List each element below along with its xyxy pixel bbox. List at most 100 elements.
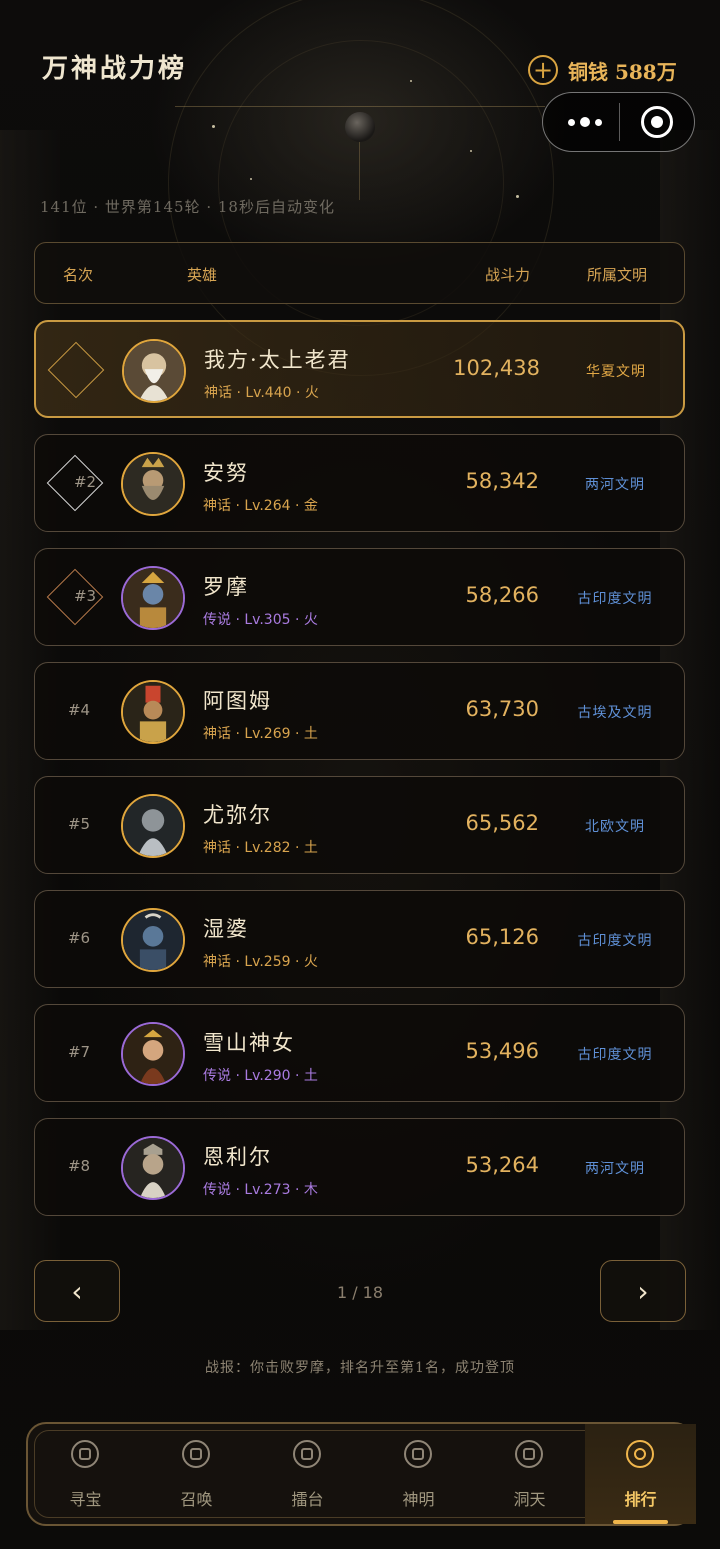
coin-label: 铜钱 [568,59,608,84]
tab-ranking[interactable]: 排行 [585,1424,696,1524]
hero-civilization: 古埃及文明 [577,705,653,721]
hero-power: 63,730 [465,697,539,721]
hero-avatar [121,794,185,858]
hero-power: 65,562 [465,811,539,835]
next-page-button[interactable]: › [600,1260,686,1322]
rank-1-badge-icon [47,341,105,399]
star-decoration [250,178,252,180]
tab-label: 擂台 [291,1490,324,1509]
column-power: 战斗力 [485,266,531,284]
hero-power: 102,438 [453,356,540,380]
table-row[interactable]: #5 尤弥尔 神话 · Lv.282 · 土 65,562 北欧文明 [34,776,685,874]
page-title: 万神战力榜 [42,54,188,84]
hero-name: 我方·太上老君 [204,348,351,372]
hero-power: 58,342 [465,469,539,493]
hero-details: 神话 · Lv.259 · 火 [203,954,318,970]
hero-avatar [121,1022,185,1086]
hero-details: 传说 · Lv.305 · 火 [203,612,318,628]
rank-number: #8 [67,1157,91,1175]
tab-label: 召唤 [180,1490,213,1509]
hero-civilization: 华夏文明 [586,364,646,380]
star-decoration [212,125,215,128]
hero-power: 53,496 [465,1039,539,1063]
horizon-line [175,106,545,107]
tab-treasure[interactable]: 寻宝 [30,1424,141,1524]
hero-name: 雪山神女 [203,1031,295,1055]
hero-power: 65,126 [465,925,539,949]
star-decoration [470,150,472,152]
battle-report: 战报：你击败罗摩，排名升至第1名，成功登顶 [205,1360,515,1376]
tab-deity[interactable]: 神明 [363,1424,474,1524]
active-tab-indicator [613,1520,668,1524]
hero-avatar [121,452,185,516]
star-decoration [410,80,412,82]
table-header: 名次 英雄 战斗力 所属文明 [34,242,685,304]
hero-details: 神话 · Lv.264 · 金 [203,498,318,514]
tab-label: 神明 [402,1490,435,1509]
column-civilization: 所属文明 [587,266,648,284]
table-row[interactable]: 我方·太上老君 神话 · Lv.440 · 火 102,438 华夏文明 [34,320,685,418]
prev-page-button[interactable]: ‹ [34,1260,120,1322]
deity-icon [404,1440,432,1468]
close-target-icon[interactable] [641,106,673,138]
capsule-divider [619,103,620,141]
hero-civilization: 古印度文明 [577,1047,653,1063]
table-row[interactable]: #8 恩利尔 传说 · Lv.273 · 木 53,264 两河文明 [34,1118,685,1216]
hero-details: 神话 · Lv.282 · 土 [203,840,318,856]
hero-avatar [121,566,185,630]
table-row[interactable]: #7 雪山神女 传说 · Lv.290 · 土 53,496 古印度文明 [34,1004,685,1102]
summon-icon [182,1440,210,1468]
hero-details: 神话 · Lv.269 · 土 [203,726,318,742]
coin-balance[interactable]: + 铜钱 588万 [528,55,677,85]
arena-icon [293,1440,321,1468]
star-decoration [516,195,519,198]
hero-civilization: 两河文明 [585,1161,645,1177]
hero-name: 湿婆 [203,917,249,941]
coin-value: 588万 [614,59,677,84]
hero-name: 阿图姆 [203,689,272,713]
miniprogram-capsule [542,92,695,152]
hero-avatar [122,339,186,403]
hero-avatar [121,680,185,744]
treasure-icon [71,1440,99,1468]
hero-power: 58,266 [465,583,539,607]
table-row[interactable]: #2 安努 神话 · Lv.264 · 金 58,342 两河文明 [34,434,685,532]
hero-name: 尤弥尔 [203,803,272,827]
hero-avatar [121,908,185,972]
rank-number: #4 [67,701,91,719]
hero-civilization: 古印度文明 [577,933,653,949]
hero-details: 传说 · Lv.290 · 土 [203,1068,318,1084]
rank-number: #7 [67,1043,91,1061]
ranking-icon [626,1440,654,1468]
tab-label: 寻宝 [69,1490,102,1509]
table-row[interactable]: #6 湿婆 神话 · Lv.259 · 火 65,126 古印度文明 [34,890,685,988]
hero-power: 53,264 [465,1153,539,1177]
tab-home[interactable]: 洞天 [474,1424,585,1524]
hero-name: 恩利尔 [203,1145,272,1169]
hero-avatar [121,1136,185,1200]
hero-civilization: 古印度文明 [577,591,653,607]
page-indicator: 1 / 18 [336,1283,384,1302]
tab-label: 排行 [624,1490,657,1509]
rank-number: #6 [67,929,91,947]
column-rank: 名次 [63,266,94,284]
celestial-orb [345,112,375,142]
table-row[interactable]: #4 阿图姆 神话 · Lv.269 · 土 63,730 古埃及文明 [34,662,685,760]
center-line [359,140,360,200]
more-icon[interactable] [561,111,609,133]
tab-arena[interactable]: 擂台 [252,1424,363,1524]
bottom-tab-bar: 寻宝 召唤 擂台 神明 洞天 排行 [26,1422,696,1526]
ranking-status: 141位 · 世界第145轮 · 18秒后自动变化 [40,198,335,216]
tab-label: 洞天 [513,1490,546,1509]
add-coin-icon[interactable]: + [528,55,558,85]
rank-number: #5 [67,815,91,833]
column-hero: 英雄 [187,266,218,284]
table-row[interactable]: #3 罗摩 传说 · Lv.305 · 火 58,266 古印度文明 [34,548,685,646]
tab-summon[interactable]: 召唤 [141,1424,252,1524]
hero-civilization: 两河文明 [585,477,645,493]
hero-details: 神话 · Lv.440 · 火 [204,385,319,401]
hero-name: 罗摩 [203,575,249,599]
hero-details: 传说 · Lv.273 · 木 [203,1182,318,1198]
hero-name: 安努 [203,461,249,485]
rank-number: #3 [73,587,97,605]
